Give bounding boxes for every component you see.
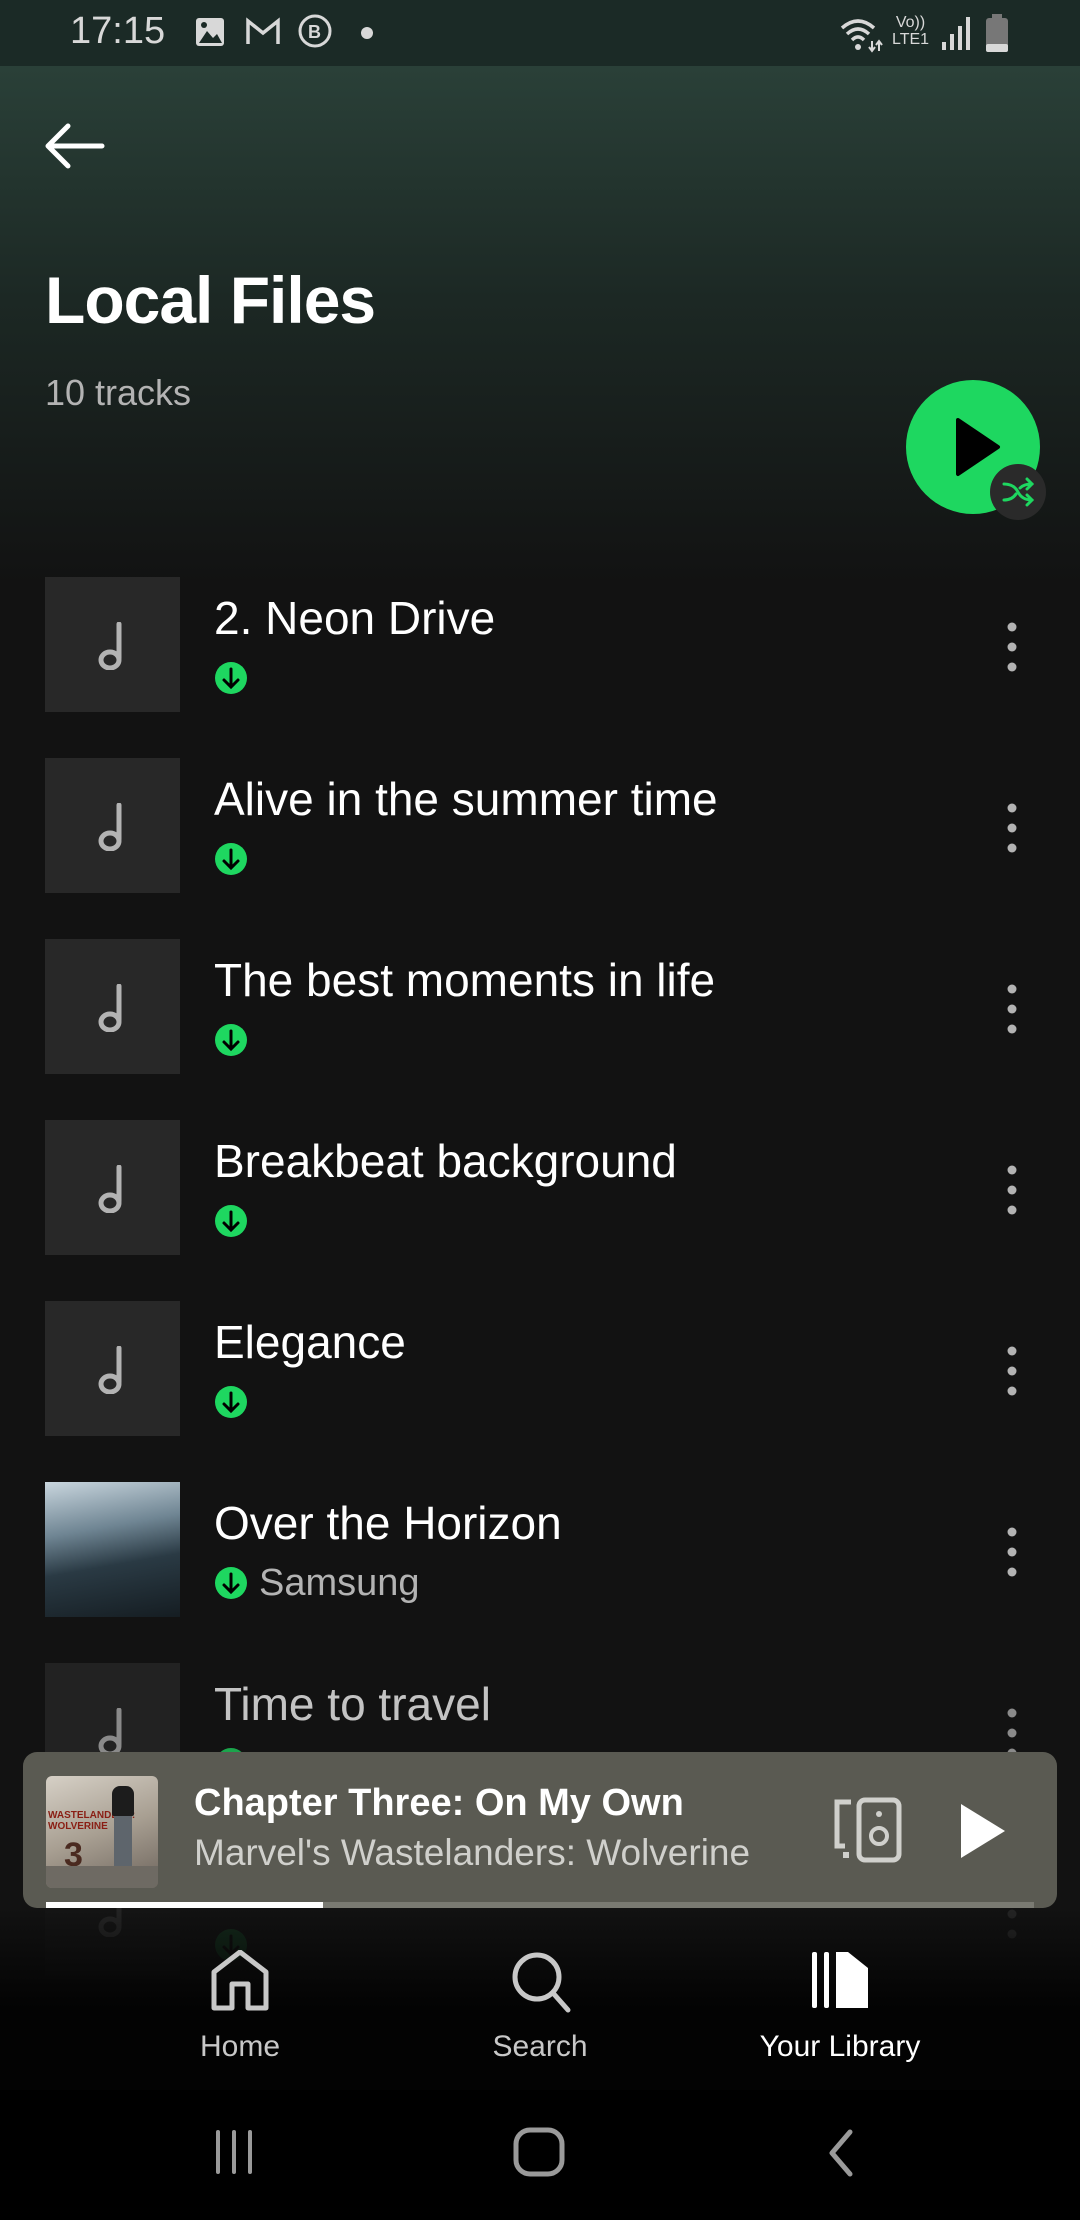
track-title: Alive in the summer time <box>214 773 718 825</box>
artwork-figure <box>112 1786 134 1816</box>
gmail-icon <box>246 17 280 44</box>
music-note-icon <box>98 1708 122 1756</box>
nav-home-label: Home <box>199 2030 281 2063</box>
mini-player[interactable]: WASTELANDERS: WOLVERINE 3 Chapter Three:… <box>23 1752 1057 1908</box>
track-title: Time to travel <box>214 1678 491 1730</box>
playback-progress-bar[interactable] <box>46 1902 1034 1908</box>
music-note-icon <box>98 1165 122 1213</box>
music-note-icon <box>98 1346 122 1394</box>
playback-progress-fill <box>46 1902 323 1908</box>
artwork-text: WASTELANDERS: WOLVERINE <box>48 1810 136 1832</box>
music-note-icon <box>98 984 122 1032</box>
more-options-icon[interactable] <box>994 1522 1030 1582</box>
track-artwork-placeholder <box>45 577 180 712</box>
mini-play-icon[interactable] <box>953 1796 1013 1866</box>
page-title: Local Files <box>45 263 376 337</box>
recents-icon[interactable] <box>210 2128 260 2178</box>
nav-library-label: Your Library <box>759 2030 921 2063</box>
library-icon <box>812 1952 868 2008</box>
track-row[interactable]: The best moments in life <box>0 939 1080 1075</box>
downloaded-icon <box>215 1386 247 1418</box>
downloaded-icon <box>215 843 247 875</box>
artwork-rocks <box>46 1866 158 1888</box>
track-row[interactable]: Over the Horizon Samsung <box>0 1482 1080 1618</box>
more-options-icon[interactable] <box>994 1160 1030 1220</box>
more-options-icon[interactable] <box>994 979 1030 1039</box>
status-time: 17:15 <box>70 10 166 52</box>
home-icon <box>211 1950 269 2011</box>
nav-search-label: Search <box>492 2030 588 2063</box>
album-artwork <box>45 1482 180 1617</box>
track-row[interactable]: Breakbeat background <box>0 1120 1080 1256</box>
track-title: Over the Horizon <box>214 1497 562 1549</box>
dot-icon <box>361 27 373 39</box>
music-note-icon <box>98 803 122 851</box>
home-button-icon[interactable] <box>512 2126 568 2180</box>
track-title: Elegance <box>214 1316 406 1368</box>
track-artwork-placeholder <box>45 1301 180 1436</box>
signal-icon <box>942 17 970 50</box>
shuffle-button[interactable] <box>990 464 1046 520</box>
track-title: The best moments in life <box>214 954 716 1006</box>
downloaded-icon <box>215 1205 247 1237</box>
track-row[interactable]: 2. Neon Drive <box>0 577 1080 713</box>
track-title: Breakbeat background <box>214 1135 677 1187</box>
more-options-icon[interactable] <box>994 617 1030 677</box>
nav-home[interactable]: Home <box>120 1950 360 2070</box>
nav-your-library[interactable]: Your Library <box>720 1950 960 2070</box>
track-title: 2. Neon Drive <box>214 592 496 644</box>
system-navigation-bar <box>0 2090 1080 2220</box>
lte-label: LTE1 <box>892 31 930 48</box>
volte-label: Vo)) <box>895 14 926 31</box>
track-artist: Samsung <box>259 1562 420 1604</box>
artwork-figure-legs <box>114 1816 132 1866</box>
nav-search[interactable]: Search <box>420 1950 660 2070</box>
track-artwork-placeholder <box>45 1120 180 1255</box>
now-playing-title: Chapter Three: On My Own <box>194 1782 684 1824</box>
downloaded-icon <box>215 662 247 694</box>
downloaded-icon <box>215 1567 247 1599</box>
track-artwork-placeholder <box>45 758 180 893</box>
track-artwork-placeholder <box>45 939 180 1074</box>
now-playing-artwork: WASTELANDERS: WOLVERINE 3 <box>46 1776 158 1888</box>
wifi-icon <box>840 19 883 53</box>
gallery-icon <box>196 18 224 46</box>
svg-text:B: B <box>308 22 321 42</box>
battery-icon <box>986 14 1008 52</box>
more-options-icon[interactable] <box>994 798 1030 858</box>
business-chat-icon: B <box>298 14 332 48</box>
track-row[interactable]: Elegance <box>0 1301 1080 1437</box>
search-icon <box>512 1952 571 2013</box>
more-options-icon[interactable] <box>994 1341 1030 1401</box>
back-arrow-icon[interactable] <box>40 118 110 174</box>
downloaded-icon <box>215 1024 247 1056</box>
connect-device-icon[interactable] <box>831 1796 907 1866</box>
volte-lte1-icon: Vo)) LTE1 <box>892 14 929 48</box>
shuffle-icon <box>1002 477 1035 507</box>
now-playing-subtitle: Marvel's Wastelanders: Wolverine <box>194 1832 751 1873</box>
back-icon[interactable] <box>820 2128 860 2178</box>
music-note-icon <box>98 622 122 670</box>
track-row[interactable]: Alive in the summer time <box>0 758 1080 894</box>
track-count: 10 tracks <box>45 372 192 413</box>
status-bar: 17:15 B Vo)) LTE1 <box>0 0 1080 66</box>
